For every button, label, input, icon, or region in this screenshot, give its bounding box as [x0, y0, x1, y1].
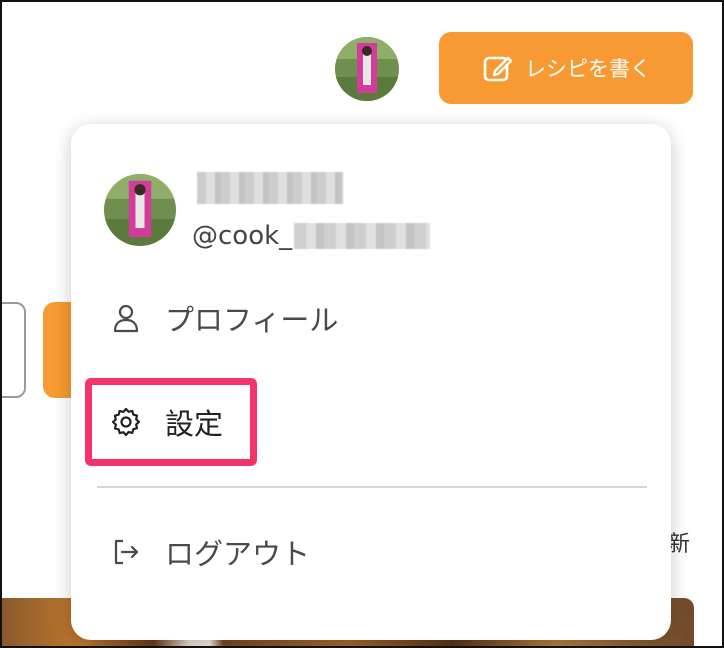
write-recipe-label: レシピを書く	[525, 57, 651, 81]
write-recipe-button[interactable]: レシピを書く	[439, 32, 693, 104]
user-name-redacted	[197, 172, 343, 204]
menu-item-settings[interactable]: 設定	[111, 402, 223, 442]
menu-item-logout[interactable]: ログアウト	[111, 532, 310, 572]
background-outline-button[interactable]	[2, 302, 26, 398]
menu-item-profile[interactable]: プロフィール	[111, 298, 338, 338]
user-handle-redacted	[294, 223, 431, 249]
avatar-photo	[104, 174, 176, 246]
menu-item-settings-label: 設定	[165, 407, 224, 441]
user-menu-dropdown: @cook_ プロフィール 設定 ログアウト	[71, 124, 671, 640]
logout-icon	[114, 539, 139, 565]
user-handle: @cook_	[192, 220, 431, 252]
avatar-photo	[335, 37, 399, 101]
menu-item-logout-label: ログアウト	[165, 537, 311, 571]
pen-square-icon	[483, 56, 513, 82]
background-new-label: 新	[668, 532, 691, 557]
user-handle-prefix: @cook_	[192, 221, 293, 251]
menu-divider	[97, 486, 647, 488]
menu-item-profile-label: プロフィール	[165, 303, 339, 337]
page: 新 レシピを書く @cook_ プロフィール 設定 ログアウト	[2, 2, 722, 646]
header-avatar[interactable]	[335, 37, 399, 101]
menu-avatar	[104, 174, 176, 246]
person-icon	[113, 304, 139, 333]
gear-icon	[111, 407, 140, 437]
